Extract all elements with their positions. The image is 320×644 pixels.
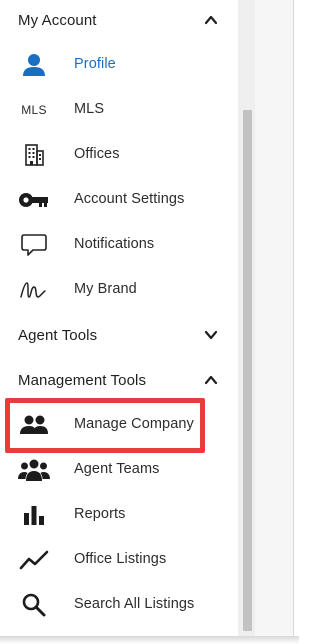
menu-item-offices[interactable]: Offices: [0, 133, 238, 177]
signature-icon: [16, 276, 52, 304]
menu-item-label: Account Settings: [74, 191, 185, 207]
section-my-account[interactable]: My Account: [0, 5, 238, 35]
menu-item-notifications[interactable]: Notifications: [0, 223, 238, 267]
account-menu-panel: My Account Profile MLS MLS Offices Accou…: [0, 0, 238, 636]
chevron-up-icon: [204, 375, 218, 385]
frame-shadow: [0, 636, 299, 644]
section-title-management-tools: Management Tools: [18, 371, 147, 389]
chevron-up-icon: [204, 15, 218, 25]
menu-item-label: Manage Company: [74, 416, 194, 432]
frame-edge: [293, 0, 294, 636]
menu-item-account-settings[interactable]: Account Settings: [0, 178, 238, 222]
section-agent-tools[interactable]: Agent Tools: [0, 320, 238, 350]
menu-item-mls[interactable]: MLS MLS: [0, 88, 238, 132]
menu-item-label: Notifications: [74, 236, 155, 252]
menu-item-profile[interactable]: Profile: [0, 43, 238, 87]
person-icon: [16, 51, 52, 79]
menu-item-office-listings[interactable]: Office Listings: [0, 538, 238, 582]
magnifier-icon: [16, 591, 52, 619]
key-icon: [16, 186, 52, 214]
menu-item-manage-company[interactable]: Manage Company: [0, 403, 238, 447]
menu-item-label: Reports: [74, 506, 126, 522]
menu-item-label: Profile: [74, 56, 116, 72]
people-icon: [16, 411, 52, 439]
scrollbar-thumb[interactable]: [243, 110, 252, 631]
content-gutter: [255, 0, 293, 636]
building-icon: [16, 141, 52, 169]
menu-item-label: Office Listings: [74, 551, 167, 567]
trend-line-icon: [16, 546, 52, 574]
bar-chart-icon: [16, 501, 52, 529]
menu-item-my-brand[interactable]: My Brand: [0, 268, 238, 312]
speech-bubble-icon: [16, 231, 52, 259]
menu-item-label: Offices: [74, 146, 120, 162]
menu-item-agent-teams[interactable]: Agent Teams: [0, 448, 238, 492]
menu-item-label: Agent Teams: [74, 461, 160, 477]
section-title-agent-tools: Agent Tools: [18, 326, 98, 344]
menu-item-label: Search All Listings: [74, 596, 195, 612]
chevron-down-icon: [204, 330, 218, 340]
section-title-my-account: My Account: [18, 11, 97, 29]
menu-item-label: My Brand: [74, 281, 137, 297]
menu-item-search-all-listings[interactable]: Search All Listings: [0, 583, 238, 627]
menu-item-label: MLS: [74, 101, 105, 117]
menu-item-reports[interactable]: Reports: [0, 493, 238, 537]
mls-text-icon: MLS: [16, 96, 52, 124]
team-icon: [16, 456, 52, 484]
section-management-tools[interactable]: Management Tools: [0, 365, 238, 395]
mls-icon-text: MLS: [21, 103, 47, 117]
